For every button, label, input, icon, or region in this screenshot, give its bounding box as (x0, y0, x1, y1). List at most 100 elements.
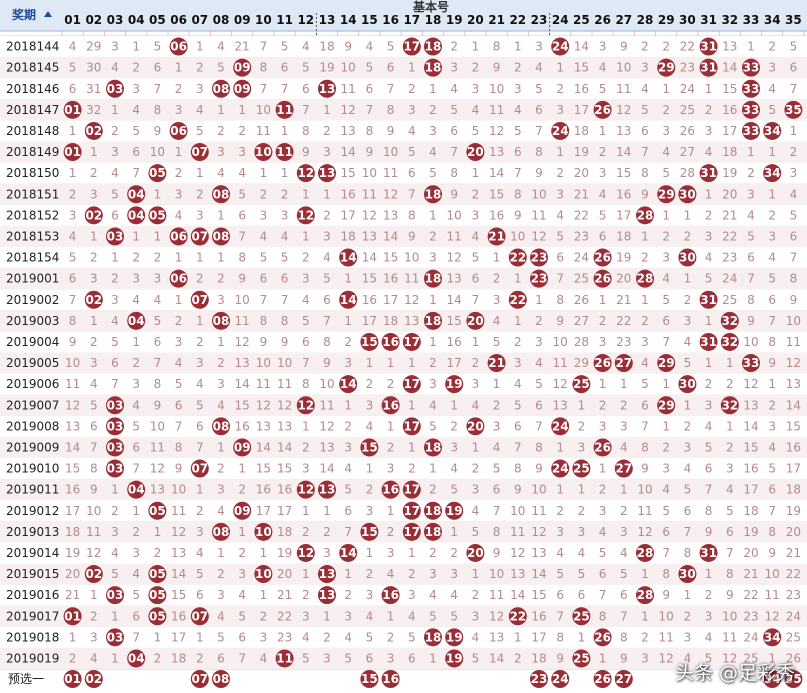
miss-count: 15 (65, 462, 80, 476)
miss-count: 6 (387, 61, 395, 75)
forecast-number: 01 (64, 672, 81, 686)
miss-count: 2 (175, 314, 183, 328)
period-label: 2019004 (6, 335, 59, 349)
miss-count: 2 (132, 525, 140, 539)
miss-count: 3 (768, 419, 776, 433)
miss-count: 1 (196, 483, 204, 497)
miss-count: 1 (684, 588, 692, 602)
miss-count: 15 (235, 398, 250, 412)
miss-count: 2 (472, 588, 480, 602)
miss-count: 6 (535, 398, 543, 412)
drawn-number: 24 (552, 40, 569, 54)
miss-count: 13 (65, 419, 80, 433)
drawn-number: 16 (382, 335, 399, 349)
miss-count: 10 (786, 314, 801, 328)
miss-count: 5 (111, 187, 119, 201)
miss-count: 14 (319, 462, 334, 476)
drawn-number: 16 (382, 588, 399, 602)
column-header-12: 12 (297, 13, 314, 27)
miss-count: 22 (277, 609, 292, 623)
miss-count: 1 (768, 377, 776, 391)
miss-count: 2 (472, 61, 480, 75)
miss-count: 10 (531, 187, 546, 201)
drawn-number: 35 (785, 103, 802, 117)
miss-count: 12 (531, 229, 546, 243)
drawn-number: 18 (425, 525, 442, 539)
miss-count: 14 (341, 145, 356, 159)
miss-count: 16 (531, 609, 546, 623)
column-header-04: 04 (128, 13, 145, 27)
miss-count: 12 (404, 293, 419, 307)
drawn-number: 15 (361, 335, 378, 349)
drawn-number: 26 (594, 103, 611, 117)
miss-count: 5 (196, 398, 204, 412)
miss-count: 23 (680, 61, 695, 75)
drawn-number: 18 (425, 61, 442, 75)
drawn-number: 25 (573, 377, 590, 391)
miss-count: 4 (450, 462, 458, 476)
miss-count: 11 (531, 208, 546, 222)
miss-count: 6 (217, 651, 225, 665)
miss-count: 8 (90, 462, 98, 476)
column-header-07: 07 (191, 13, 208, 27)
miss-count: 1 (69, 124, 77, 138)
miss-count: 4 (684, 462, 692, 476)
miss-count: 3 (747, 187, 755, 201)
miss-count: 4 (535, 356, 543, 370)
miss-count: 13 (341, 124, 356, 138)
miss-count: 2 (344, 588, 352, 602)
miss-count: 17 (383, 293, 398, 307)
miss-count: 10 (510, 504, 525, 518)
miss-count: 13 (256, 419, 271, 433)
table-row: 2019005 10 3 6 2 7 4 3 2 13 10 10 7 9 3 1 1 1 2 17 2 21 3 4 11 29… (0, 352, 807, 374)
miss-count: 8 (747, 293, 755, 307)
miss-count: 3 (514, 82, 522, 96)
miss-count: 3 (238, 145, 246, 159)
miss-count: 1 (662, 377, 670, 391)
drawn-number: 03 (107, 440, 124, 454)
drawn-number: 19 (446, 504, 463, 518)
miss-count: 4 (408, 609, 416, 623)
miss-count: 13 (722, 40, 737, 54)
miss-count: 10 (447, 208, 462, 222)
miss-count: 3 (641, 651, 649, 665)
miss-count: 6 (408, 651, 416, 665)
column-header-28: 28 (637, 13, 654, 27)
drawn-number: 06 (170, 272, 187, 286)
miss-count: 9 (493, 546, 501, 560)
miss-count: 3 (323, 229, 331, 243)
miss-count: 4 (705, 630, 713, 644)
miss-count: 1 (387, 419, 395, 433)
miss-count: 10 (531, 483, 546, 497)
miss-count: 20 (743, 546, 758, 560)
forecast-number: 23 (531, 672, 548, 686)
miss-count: 10 (235, 293, 250, 307)
miss-count: 9 (641, 462, 649, 476)
miss-count: 23 (786, 588, 801, 602)
miss-count: 17 (171, 630, 186, 644)
miss-count: 10 (383, 145, 398, 159)
drawn-number: 27 (615, 462, 632, 476)
miss-count: 24 (680, 82, 695, 96)
miss-count: 6 (535, 103, 543, 117)
miss-count: 11 (786, 335, 801, 349)
miss-count: 4 (768, 440, 776, 454)
miss-count: 5 (768, 103, 776, 117)
miss-count: 14 (65, 440, 80, 454)
miss-count: 5 (662, 293, 670, 307)
miss-count: 4 (472, 103, 480, 117)
miss-count: 10 (86, 504, 101, 518)
miss-count: 2 (323, 208, 331, 222)
period-column-header[interactable]: 奖期 (12, 7, 36, 22)
miss-count: 5 (69, 61, 77, 75)
miss-count: 9 (366, 145, 374, 159)
miss-count: 2 (578, 419, 586, 433)
miss-count: 3 (132, 546, 140, 560)
table-row: 2019003 8 1 4 04 5 2 1 08 11 8 8 5 7 1 17 18 13 18 15 20 4 1 2 9… (0, 310, 807, 332)
miss-count: 3 (556, 525, 564, 539)
miss-count: 1 (366, 462, 374, 476)
miss-count: 4 (768, 82, 776, 96)
drawn-number: 26 (594, 356, 611, 370)
miss-count: 12 (743, 377, 758, 391)
miss-count: 2 (429, 356, 437, 370)
